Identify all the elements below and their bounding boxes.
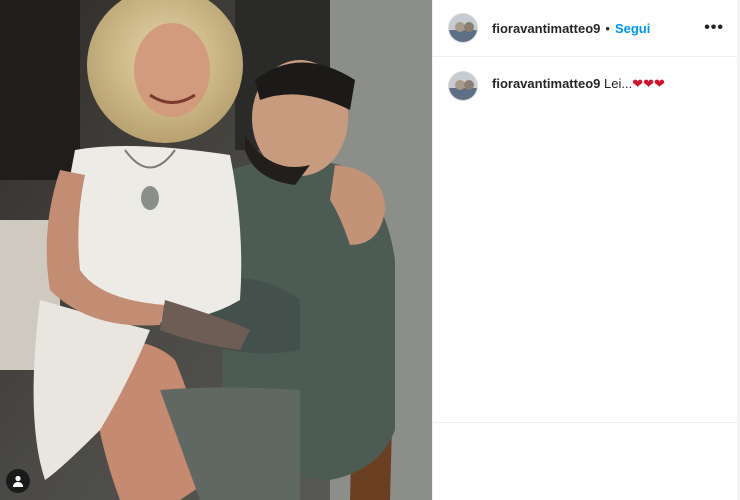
comment-text: fioravantimatteo9 Lei...❤❤❤ <box>492 75 665 93</box>
more-options-icon[interactable]: ••• <box>704 19 724 37</box>
comment-avatar[interactable] <box>448 71 478 101</box>
heart-emoji: ❤❤❤ <box>632 76 665 91</box>
comment-username-link[interactable]: fioravantimatteo9 <box>492 76 600 91</box>
post-side-panel: fioravantimatteo9 • Segui ••• fioravanti… <box>432 0 738 500</box>
panel-divider <box>433 422 738 423</box>
post-photo[interactable] <box>0 0 432 500</box>
avatar[interactable] <box>448 13 478 43</box>
caption-comment: fioravantimatteo9 Lei...❤❤❤ <box>448 71 723 101</box>
post-image <box>0 0 432 500</box>
user-tag-button[interactable] <box>6 469 30 493</box>
separator-dot: • <box>605 20 610 36</box>
comments-list: fioravantimatteo9 Lei...❤❤❤ <box>433 57 738 101</box>
comment-body: Lei... <box>604 76 633 91</box>
post-header: fioravantimatteo9 • Segui ••• <box>433 0 738 57</box>
follow-button[interactable]: Segui <box>615 21 650 36</box>
user-tag-icon <box>12 475 24 487</box>
post-username-link[interactable]: fioravantimatteo9 <box>492 21 600 36</box>
